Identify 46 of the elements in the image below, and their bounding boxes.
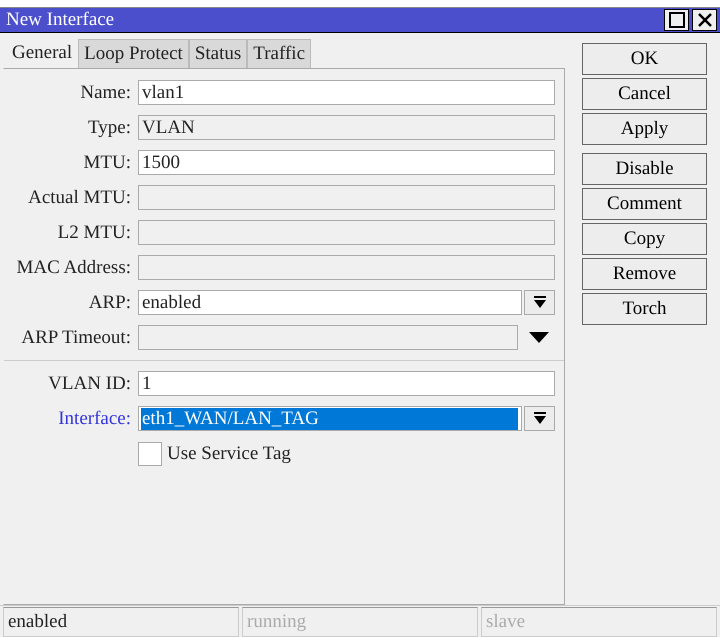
input-field[interactable]: vlan1 [138, 80, 555, 105]
dialog-button[interactable]: Torch [582, 293, 707, 325]
input-field[interactable]: 1 [138, 371, 555, 396]
checkbox[interactable] [138, 442, 162, 466]
input-field[interactable] [138, 255, 555, 280]
maximize-button[interactable] [664, 9, 689, 31]
input-field[interactable] [138, 185, 555, 210]
field-label: MTU: [82, 152, 131, 174]
field-label: Interface: [57, 408, 131, 430]
status-cell: enabled [3, 607, 239, 637]
close-button[interactable] [692, 9, 717, 31]
dialog-button[interactable]: Disable [582, 153, 707, 185]
status-cell: slave [481, 607, 717, 637]
dropdown-icon [532, 296, 546, 310]
status-cell: running [242, 607, 478, 637]
input-field[interactable] [138, 325, 518, 350]
dialog-button[interactable]: Copy [582, 223, 707, 255]
window-title: New Interface [6, 9, 114, 31]
dropdown-icon [532, 412, 546, 426]
dialog-button[interactable]: Apply [582, 113, 707, 145]
field-label: ARP Timeout: [20, 326, 131, 348]
field-label: ARP: [88, 292, 131, 314]
field-label: Name: [79, 82, 131, 104]
checkbox-label: Use Service Tag [167, 442, 291, 464]
tab[interactable]: Loop Protect [78, 39, 189, 68]
dialog-button[interactable]: Cancel [582, 78, 707, 110]
input-field[interactable]: 1500 [138, 150, 555, 175]
dropdown-button[interactable] [524, 290, 555, 315]
field-label: MAC Address: [15, 256, 131, 278]
field-label: VLAN ID: [47, 372, 131, 394]
field-label: Actual MTU: [27, 186, 131, 208]
input-field[interactable]: enabled [138, 290, 522, 315]
input-field[interactable]: eth1_WAN/LAN_TAG [138, 406, 522, 431]
field-label: L2 MTU: [56, 222, 131, 244]
input-field[interactable]: VLAN [138, 115, 555, 140]
dialog-button[interactable]: Comment [582, 188, 707, 220]
maximize-icon [668, 12, 684, 28]
tab[interactable]: Traffic [247, 39, 312, 68]
tab[interactable]: Status [188, 39, 248, 68]
expand-triangle-icon[interactable] [529, 332, 549, 343]
dropdown-button[interactable] [524, 406, 555, 431]
field-label: Type: [87, 116, 131, 138]
dialog-button[interactable]: Remove [582, 258, 707, 290]
close-icon [698, 13, 712, 27]
input-field[interactable] [138, 220, 555, 245]
dialog-button[interactable]: OK [582, 43, 707, 75]
